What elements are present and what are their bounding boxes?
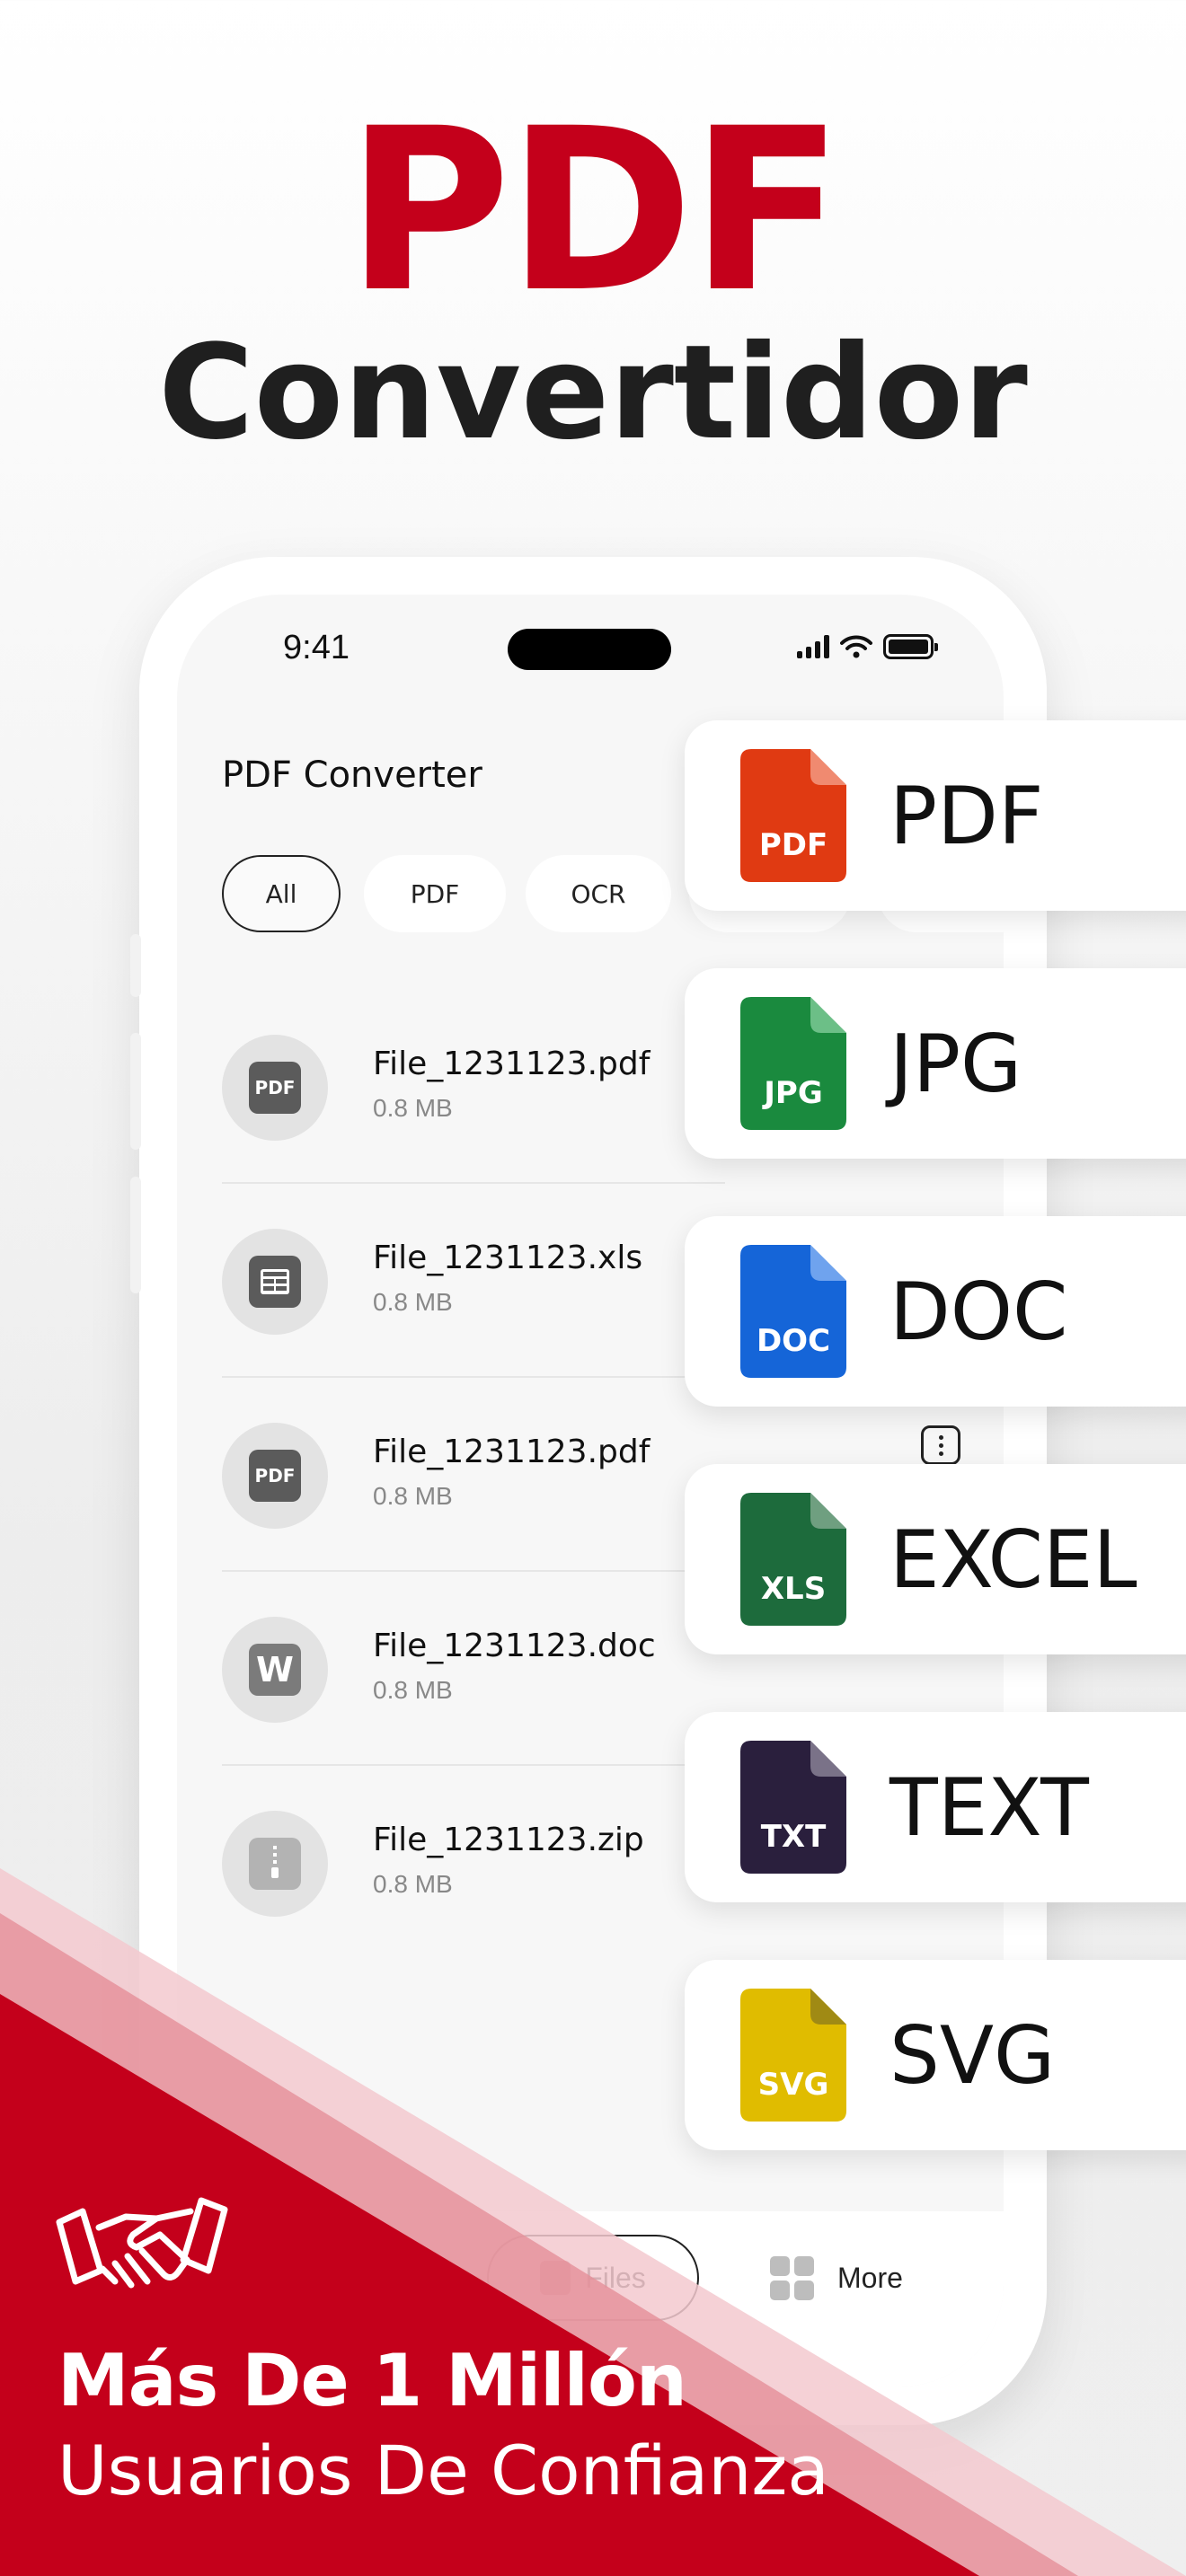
svg-text:XLS: XLS	[761, 1571, 826, 1607]
battery-icon	[883, 634, 938, 659]
file-name: File_1231123.pdf	[373, 1045, 651, 1082]
handshake-icon	[56, 2197, 228, 2289]
hero-title-convertidor: Convertidor	[158, 317, 1028, 469]
doc-format-icon: DOC	[740, 1245, 846, 1378]
file-size: 0.8 MB	[373, 1676, 453, 1704]
svg-text:DOC: DOC	[757, 1323, 830, 1359]
file-name: File_1231123.doc	[373, 1628, 656, 1664]
format-label: JPG	[890, 1017, 1022, 1110]
format-card-jpg[interactable]: JPG JPG	[685, 968, 1186, 1159]
pdf-file-icon: PDF	[222, 1423, 328, 1529]
jpg-format-icon: JPG	[740, 997, 846, 1130]
file-size: 0.8 MB	[373, 1288, 453, 1316]
promo-headline: Más De 1 Millón	[58, 2339, 687, 2422]
format-label: PDF	[890, 769, 1044, 862]
file-size: 0.8 MB	[373, 1094, 453, 1122]
txt-format-icon: TXT	[740, 1741, 846, 1874]
svg-text:PDF: PDF	[759, 827, 828, 863]
zip-file-icon	[222, 1811, 328, 1917]
signal-icon	[797, 635, 829, 658]
phone-button	[130, 1177, 141, 1293]
svg-text:TXT: TXT	[761, 1819, 827, 1855]
svg-text:SVG: SVG	[758, 2067, 829, 2103]
format-card-excel[interactable]: XLS EXCEL	[685, 1464, 1186, 1654]
spreadsheet-file-icon	[222, 1229, 328, 1335]
pdf-file-icon: PDF	[222, 1035, 328, 1141]
grid-icon	[770, 2255, 814, 2300]
filter-chip-pdf[interactable]: PDF	[364, 855, 506, 932]
status-icons	[797, 634, 938, 659]
format-label: EXCEL	[890, 1513, 1137, 1606]
nav-files-button[interactable]: Files	[487, 2235, 699, 2321]
wifi-icon	[840, 635, 872, 658]
app-title: PDF Converter	[222, 754, 482, 796]
xls-format-icon: XLS	[740, 1493, 846, 1626]
filter-chip-ocr[interactable]: OCR	[526, 855, 671, 932]
word-file-icon: W	[222, 1617, 328, 1723]
file-name: File_1231123.xls	[373, 1239, 643, 1276]
files-icon	[540, 2261, 571, 2295]
format-card-svg[interactable]: SVG SVG	[685, 1960, 1186, 2150]
file-size: 0.8 MB	[373, 1870, 453, 1898]
phone-button	[130, 1033, 141, 1150]
format-card-pdf[interactable]: PDF PDF	[685, 720, 1186, 911]
file-name: File_1231123.zip	[373, 1822, 644, 1858]
format-label: TEXT	[890, 1760, 1089, 1854]
pdf-format-icon: PDF	[740, 749, 846, 882]
file-name: File_1231123.pdf	[373, 1434, 651, 1470]
nav-more-label: More	[837, 2261, 903, 2294]
dynamic-island	[508, 629, 671, 670]
format-card-doc[interactable]: DOC DOC	[685, 1216, 1186, 1407]
format-label: DOC	[890, 1265, 1068, 1358]
more-options-icon[interactable]	[921, 1425, 960, 1465]
nav-files-label: Files	[585, 2261, 646, 2294]
nav-more-button[interactable]: More	[770, 2235, 903, 2321]
phone-button	[130, 934, 141, 997]
status-time: 9:41	[283, 629, 350, 666]
file-size: 0.8 MB	[373, 1482, 453, 1510]
promo-subheadline: Usuarios De Confianza	[58, 2430, 829, 2510]
hero-title-pdf: PDF	[346, 80, 844, 341]
svg-format-icon: SVG	[740, 1989, 846, 2122]
filter-chip-all[interactable]: All	[222, 855, 341, 932]
format-card-text[interactable]: TXT TEXT	[685, 1712, 1186, 1902]
svg-text:JPG: JPG	[762, 1075, 822, 1111]
format-label: SVG	[890, 2008, 1056, 2102]
